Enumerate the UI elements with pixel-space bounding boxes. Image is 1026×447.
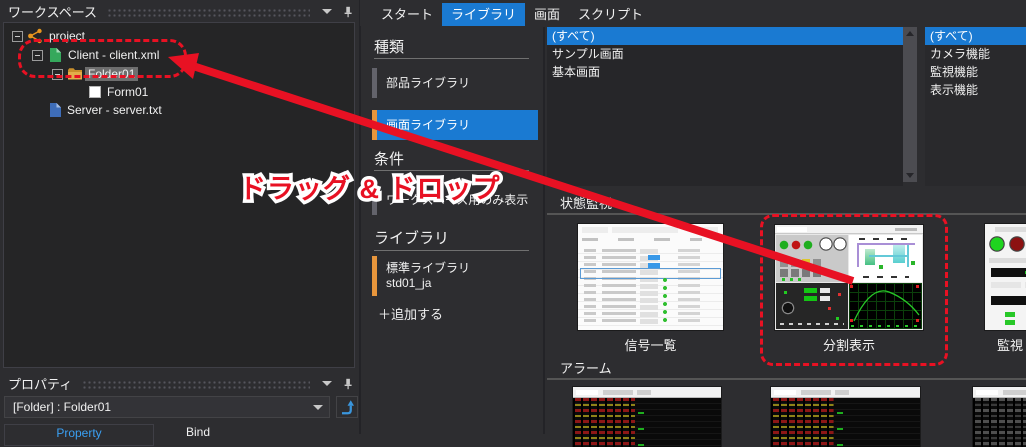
form-icon <box>87 84 103 100</box>
scroll-up-arrow-icon[interactable] <box>903 27 917 40</box>
decor-toolbar <box>771 387 920 398</box>
kind-item-screen-library[interactable]: 画面ライブラリ <box>372 110 538 140</box>
decor-status-dots <box>662 276 668 324</box>
separator <box>547 378 1026 380</box>
decor-selected-row <box>580 268 721 279</box>
collapse-toggle-icon[interactable] <box>12 31 23 42</box>
decor-toolbar <box>573 387 721 398</box>
add-library-button[interactable]: ＋追加する <box>378 304 443 323</box>
section-heading-alarm: アラーム <box>560 358 612 377</box>
panel-menu-caret-icon[interactable] <box>322 381 332 386</box>
panel-menu-caret-icon[interactable] <box>322 9 332 14</box>
dropdown-caret-icon <box>313 405 323 410</box>
app-window: { "workspace": { "title": "ワークスペース", "tr… <box>0 0 1026 434</box>
thumbnail-alarm-3[interactable] <box>973 387 1026 447</box>
decor-badge <box>648 255 660 260</box>
thumbnail-alarm-1[interactable] <box>573 387 721 447</box>
thumbnail-signal-list[interactable] <box>578 224 723 330</box>
annotation-dashed-rect <box>760 214 948 366</box>
decor-alarm-rows <box>973 398 1026 447</box>
tree-item-label: Form01 <box>107 85 148 99</box>
workspace-panel-header: ワークスペース <box>0 0 360 22</box>
tab-bind-label: Bind <box>186 425 210 439</box>
object-selector-dropdown[interactable]: [Folder] : Folder01 <box>4 396 330 418</box>
panel-divider <box>359 0 361 434</box>
library-item-standard[interactable]: 標準ライブラリ std01_ja <box>372 256 538 296</box>
pin-icon[interactable] <box>342 377 354 389</box>
properties-panel-header: プロパティ <box>0 372 360 394</box>
decor-alarm-rows <box>573 398 721 447</box>
tree-item-server[interactable]: Server - server.txt <box>4 101 354 119</box>
subcategory-list: (すべて) カメラ機能 監視機能 表示機能 <box>925 27 1026 186</box>
decor-alarm-rows <box>771 398 920 447</box>
tree-item-label: Server - server.txt <box>67 103 162 117</box>
subcategory-item-camera[interactable]: カメラ機能 <box>925 45 1026 63</box>
thumbnail-label-signal-list: 信号一覧 <box>578 335 723 354</box>
kind-heading: 種類 <box>374 36 404 57</box>
category-item-all[interactable]: (すべて) <box>547 27 903 45</box>
go-to-parent-button[interactable] <box>336 396 358 418</box>
tab-script[interactable]: スクリプト <box>569 3 652 26</box>
tab-library[interactable]: ライブラリ <box>442 3 525 26</box>
tab-bind[interactable]: Bind <box>186 424 210 446</box>
separator <box>374 250 529 251</box>
tab-screen[interactable]: 画面 <box>525 3 569 26</box>
annotation-dashed-ellipse <box>18 39 187 78</box>
panel-drag-handle[interactable] <box>107 8 310 17</box>
tree-item-form01[interactable]: Form01 <box>4 83 354 101</box>
screen-gallery: 状態監視 信号一覧 分割表示 監視 アラーム <box>547 186 1026 434</box>
object-selector-value: [Folder] : Folder01 <box>13 400 111 414</box>
main-tab-bar: スタート ライブラリ 画面 スクリプト <box>360 0 1026 26</box>
properties-panel-title: プロパティ <box>8 374 72 393</box>
tab-property[interactable]: Property <box>4 424 154 446</box>
separator <box>374 58 529 59</box>
category-list: (すべて) サンプル画面 基本画面 <box>547 27 903 186</box>
thumbnail-monitor[interactable] <box>985 224 1026 330</box>
kind-item-parts-library[interactable]: 部品ライブラリ <box>372 68 538 98</box>
decor-badge <box>648 263 660 268</box>
server-document-icon <box>47 102 63 118</box>
library-item-name: 標準ライブラリ <box>386 261 538 276</box>
category-list-scrollbar[interactable] <box>903 27 917 182</box>
subcategory-item-all[interactable]: (すべて) <box>925 27 1026 45</box>
category-item-basic[interactable]: 基本画面 <box>547 63 903 81</box>
decor-toolbar <box>973 387 1026 398</box>
thumbnail-alarm-2[interactable] <box>771 387 920 447</box>
library-kind-panel: 種類 部品ライブラリ 画面ライブラリ 条件 ワークスペース用のみ表示 ライブラリ… <box>362 27 545 434</box>
subcategory-item-display[interactable]: 表示機能 <box>925 81 1026 99</box>
section-heading-status-monitor: 状態監視 <box>560 193 612 212</box>
scroll-down-arrow-icon[interactable] <box>903 169 917 182</box>
workspace-panel-title: ワークスペース <box>8 2 97 21</box>
panel-drag-handle[interactable] <box>82 380 310 389</box>
properties-panel: プロパティ [Folder] : Folder01 Property Bind <box>0 372 360 434</box>
library-heading: ライブラリ <box>374 227 449 248</box>
tab-start[interactable]: スタート <box>372 3 442 26</box>
condition-heading: 条件 <box>374 148 404 169</box>
library-item-id: std01_ja <box>386 276 538 291</box>
category-item-sample[interactable]: サンプル画面 <box>547 45 903 63</box>
annotation-text-fill: ドラッグ & ドロップ <box>239 167 501 206</box>
pin-icon[interactable] <box>342 5 354 17</box>
thumbnail-label-monitor: 監視 <box>997 335 1023 354</box>
subcategory-item-monitor[interactable]: 監視機能 <box>925 63 1026 81</box>
tab-property-label: Property <box>56 426 101 440</box>
